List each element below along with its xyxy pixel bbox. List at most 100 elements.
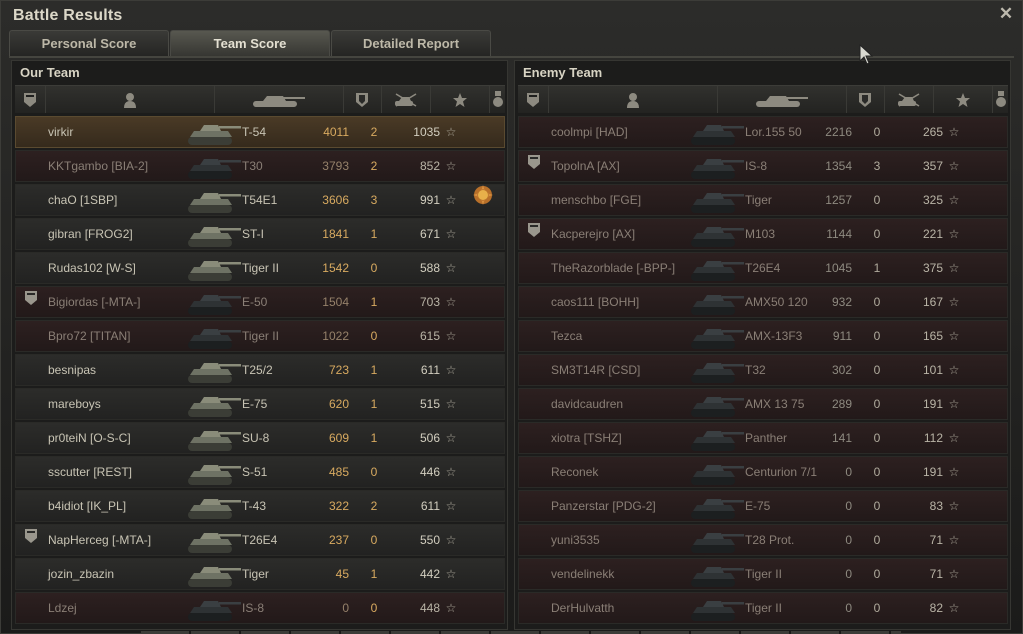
header-platoon[interactable] [15,86,44,113]
star-icon: ☆ [445,159,457,173]
our-team-title: Our Team [20,65,80,80]
tab-team-score[interactable]: Team Score [170,30,330,56]
table-row[interactable]: virkir T-54 4011 2 1035 ☆ [15,116,505,148]
experience-value: 83 [929,499,943,513]
star-icon: ☆ [948,261,960,275]
platoon-icon [24,287,38,317]
experience-value: 615 [419,329,440,343]
header-kills[interactable] [884,86,932,113]
damage-value: 0 [342,601,349,615]
enemy-team-title: Enemy Team [523,65,603,80]
medal-cell [470,457,496,487]
player-name: yuni3535 [551,533,600,547]
table-row[interactable]: KKTgambo [BIA-2] T30 3793 2 852 ☆ [15,150,505,182]
kills-value: 2 [370,159,378,173]
kills-value: 1 [370,295,378,309]
star-icon: ☆ [445,499,457,513]
close-icon[interactable]: ✕ [998,5,1014,23]
window-title: Battle Results [13,7,123,24]
table-row[interactable]: NapHerceg [-MTA-] T26E4 237 0 550 ☆ [15,524,505,556]
table-row[interactable]: sscutter [REST] S-51 485 0 446 ☆ [15,456,505,488]
table-row[interactable]: SM3T14R [CSD] T32 302 0 101 ☆ [518,354,1008,386]
kills-value: 1 [370,363,378,377]
tab-detailed-report[interactable]: Detailed Report [331,30,491,56]
table-row[interactable]: Panzerstar [PDG-2] E-75 0 0 83 ☆ [518,490,1008,522]
player-name: gibran [FROG2] [48,227,133,241]
table-row[interactable]: besnipas T25/2 723 1 611 ☆ [15,354,505,386]
header-damage[interactable] [343,86,380,113]
header-medal[interactable] [992,86,1008,113]
medal-cell [973,219,999,249]
kills-value: 1 [370,431,378,445]
player-name: xiotra [TSHZ] [551,431,622,445]
player-name: Rudas102 [W-S] [48,261,136,275]
table-row[interactable]: jozin_zbazin Tiger 45 1 442 ☆ [15,558,505,590]
table-row[interactable]: vendelinekk Tiger II 0 0 71 ☆ [518,558,1008,590]
star-icon: ☆ [445,465,457,479]
table-row[interactable]: TheRazorblade [-BPP-] T26E4 1045 1 375 ☆ [518,252,1008,284]
table-row[interactable]: mareboys E-75 620 1 515 ☆ [15,388,505,420]
tank-icon [184,525,242,555]
table-row[interactable]: chaO [1SBP] T54E1 3606 3 991 ☆ [15,184,505,216]
table-row[interactable]: Kacperejro [AX] M103 1144 0 221 ☆ [518,218,1008,250]
experience-value: 442 [419,567,440,581]
star-icon: ☆ [445,397,457,411]
header-tank[interactable] [717,86,845,113]
header-experience[interactable] [430,86,488,113]
kills-value: 1 [873,261,881,275]
header-tank[interactable] [214,86,342,113]
header-experience[interactable] [933,86,991,113]
table-row[interactable]: menschbo [FGE] Tiger 1257 0 325 ☆ [518,184,1008,216]
damage-value: 1542 [322,261,349,275]
table-row[interactable]: yuni3535 T28 Prot. 0 0 71 ☆ [518,524,1008,556]
table-row[interactable]: TopolnA [AX] IS-8 1354 3 357 ☆ [518,150,1008,182]
table-row[interactable]: Tezca AMX-13F3 911 0 165 ☆ [518,320,1008,352]
table-row[interactable]: xiotra [TSHZ] Panther 141 0 112 ☆ [518,422,1008,454]
damage-icon [858,92,872,108]
tank-name: Lor.155 50 [745,125,802,139]
table-row[interactable]: DerHulvatth Tiger II 0 0 82 ☆ [518,592,1008,624]
tank-name: T28 Prot. [745,533,795,547]
kills-value: 0 [873,193,881,207]
header-kills[interactable] [381,86,429,113]
medal-cell [973,491,999,521]
table-row[interactable]: Rudas102 [W-S] Tiger II 1542 0 588 ☆ [15,252,505,284]
star-icon: ☆ [948,227,960,241]
player-name: caos111 [BOHH] [551,295,640,309]
medal-cell [470,355,496,385]
table-row[interactable]: pr0teiN [O-S-C] SU-8 609 1 506 ☆ [15,422,505,454]
table-row[interactable]: gibran [FROG2] ST-I 1841 1 671 ☆ [15,218,505,250]
player-name: TopolnA [AX] [551,159,620,173]
header-damage[interactable] [846,86,883,113]
header-medal[interactable] [489,86,505,113]
table-row[interactable]: coolmpi [HAD] Lor.155 50 2216 0 265 ☆ [518,116,1008,148]
header-player[interactable] [548,86,716,113]
tank-icon [184,423,242,453]
tank-icon [687,593,745,623]
medal-cell [973,287,999,317]
table-row[interactable]: Bigiordas [-MTA-] E-50 1504 1 703 ☆ [15,286,505,318]
table-row[interactable]: Bpro72 [TITAN] Tiger II 1022 0 615 ☆ [15,320,505,352]
player-name: NapHerceg [-MTA-] [48,533,152,547]
kills-value: 0 [873,125,881,139]
header-platoon[interactable] [518,86,547,113]
tab-personal-score[interactable]: Personal Score [9,30,169,56]
tank-icon [687,185,745,215]
damage-value: 1144 [826,227,852,241]
damage-value: 3606 [322,193,349,207]
header-player[interactable] [45,86,213,113]
platoon-cell [20,219,42,249]
table-row[interactable]: Reconek Centurion 7/1 0 0 191 ☆ [518,456,1008,488]
platoon-cell [20,151,42,181]
table-row[interactable]: davidcaudren AMX 13 75 289 0 191 ☆ [518,388,1008,420]
star-icon: ☆ [948,363,960,377]
platoon-cell [523,321,545,351]
table-row[interactable]: Ldzej IS-8 0 0 448 ☆ [15,592,505,624]
platoon-cell [20,185,42,215]
tank-name: Tiger II [242,261,279,275]
tank-name: SU-8 [242,431,270,445]
player-name: menschbo [FGE] [551,193,642,207]
table-row[interactable]: caos111 [BOHH] AMX50 120 932 0 167 ☆ [518,286,1008,318]
table-row[interactable]: b4idiot [IK_PL] T-43 322 2 611 ☆ [15,490,505,522]
experience-value: 588 [419,261,440,275]
